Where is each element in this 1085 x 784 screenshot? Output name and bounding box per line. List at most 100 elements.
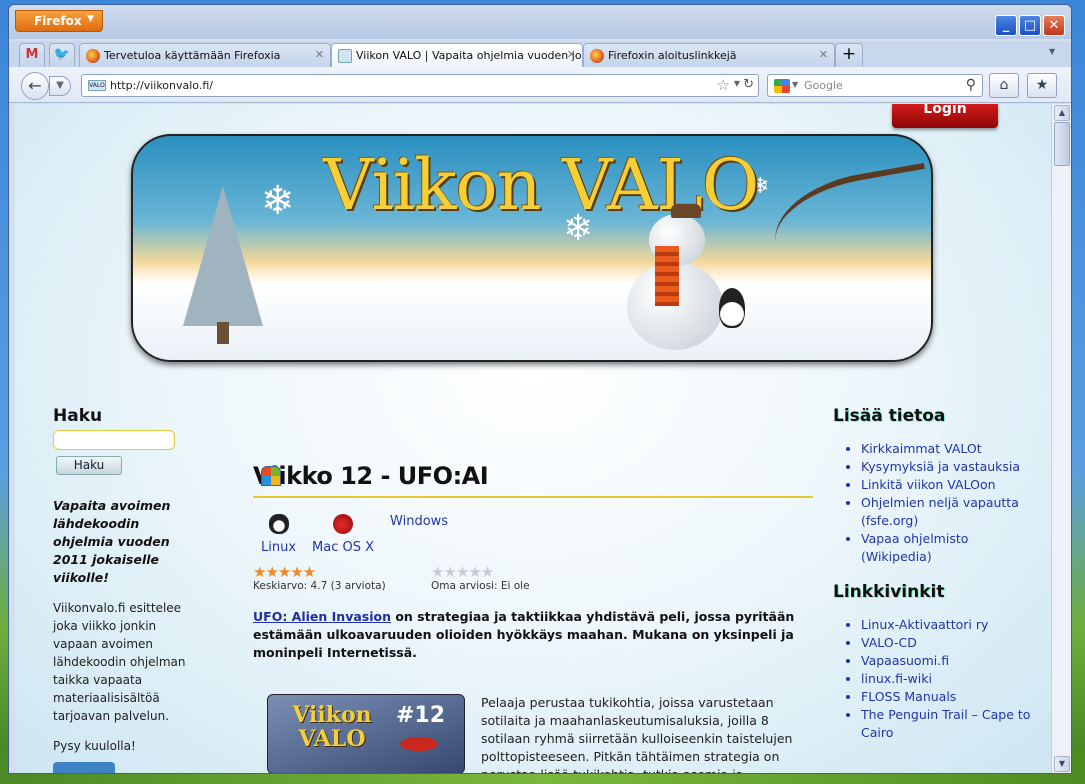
platform-linux[interactable]: Linux <box>261 514 296 555</box>
rating-stars-icon: ★★★★★ <box>253 563 316 581</box>
chevron-down-icon: ▼ <box>56 80 64 91</box>
main-article: Viikko 12 - UFO:AI Linux Mac OS X Window… <box>253 462 813 773</box>
reload-icon[interactable]: ↻ <box>743 77 754 92</box>
link-tips-heading: Linkkivinkit <box>833 582 945 602</box>
firefox-menu-button[interactable]: Firefox ▼ <box>15 10 103 32</box>
tab-list-icon[interactable]: ▼ <box>1049 47 1055 56</box>
site-search-button[interactable]: Haku <box>56 456 122 475</box>
tab-firefox-links[interactable]: Firefoxin aloituslinkkejä ✕ <box>583 43 835 67</box>
link-linux-fi-wiki[interactable]: linux.fi-wiki <box>861 670 1033 688</box>
platform-mac[interactable]: Mac OS X <box>312 514 374 555</box>
link-vapaasuomi[interactable]: Vapaasuomi.fi <box>861 652 1033 670</box>
bookmarks-star-icon: ★ <box>1035 77 1049 93</box>
article-body: Pelaaja perustaa tukikohtia, joissa varu… <box>481 695 793 773</box>
platform-list: Linux Mac OS X Windows <box>261 466 813 555</box>
site-tagline: Vapaita avoimen lähdekoodin ohjelmia vuo… <box>53 498 171 585</box>
right-sidebar: Lisää tietoa Kirkkaimmat VALOt Kysymyksi… <box>833 406 1033 742</box>
scroll-thumb[interactable] <box>1054 122 1070 166</box>
search-bar[interactable]: ▼ Google ⚲ <box>767 74 983 97</box>
average-rating-text: Keskiarvo: 4.7 (3 arviota) <box>253 580 386 592</box>
tab-firefox-welcome[interactable]: Tervetuloa käyttämään Firefoxia ✕ <box>79 43 331 67</box>
image-title: Viikon VALO <box>292 702 372 752</box>
maximize-button[interactable]: □ <box>1019 15 1041 36</box>
link-kirkkaimmat[interactable]: Kirkkaimmat VALOt <box>861 440 1033 458</box>
link-valo-cd[interactable]: VALO-CD <box>861 634 1033 652</box>
more-info-list: Kirkkaimmat VALOt Kysymyksiä ja vastauks… <box>861 440 1033 566</box>
firefox-menu-label: Firefox <box>34 14 82 28</box>
home-button[interactable]: ⌂ <box>989 73 1019 98</box>
chevron-down-icon: ▼ <box>87 14 94 24</box>
navigation-toolbar: ← ▼ VALO http://viikonvalo.fi/ ☆ ▼ ↻ ▼ G… <box>9 67 1071 103</box>
platform-label: Windows <box>390 514 449 529</box>
scroll-down-arrow-icon[interactable]: ▼ <box>1054 756 1070 772</box>
pine-tree-image <box>183 186 263 326</box>
chevron-down-icon: ▼ <box>792 80 799 89</box>
tab-gmail[interactable]: M <box>19 43 45 67</box>
left-sidebar: Haku Haku Vapaita avoimen lähdekoodin oh… <box>53 406 193 773</box>
page-content: Login ❄ ❄ ❄ Viikon VALO Haku Haku Vapait… <box>15 104 1051 773</box>
forward-dropdown-button[interactable]: ▼ <box>49 76 71 96</box>
search-icon[interactable]: ⚲ <box>966 77 976 93</box>
tab-close-icon[interactable]: ✕ <box>315 48 324 61</box>
article-image[interactable]: Viikon VALO #12 <box>267 694 465 773</box>
branch-image <box>766 162 931 280</box>
link-penguin-trail[interactable]: The Penguin Trail – Cape to Cairo <box>861 706 1033 742</box>
average-rating: ★★★★★ Keskiarvo: 4.7 (3 arviota) <box>253 563 431 593</box>
site-search-input[interactable] <box>53 430 175 450</box>
link-kysymyksia[interactable]: Kysymyksiä ja vastauksia <box>861 458 1033 476</box>
tab-label: Tervetuloa käyttämään Firefoxia <box>104 49 281 62</box>
google-icon[interactable] <box>774 79 790 93</box>
article-title[interactable]: Viikko 12 - UFO:AI <box>253 462 813 498</box>
vertical-scrollbar[interactable]: ▲ ▼ <box>1051 104 1071 773</box>
valo-favicon-icon <box>338 49 352 63</box>
site-banner[interactable]: ❄ ❄ ❄ Viikon VALO <box>131 134 933 362</box>
bookmarks-button[interactable]: ★ <box>1027 73 1057 98</box>
url-bar[interactable]: VALO http://viikonvalo.fi/ ☆ ▼ ↻ <box>81 74 759 97</box>
apple-icon <box>333 514 354 534</box>
site-description: Viikonvalo.fi esittelee joka viikko jonk… <box>53 601 186 723</box>
home-icon: ⌂ <box>999 77 1009 93</box>
url-history-dropdown-icon[interactable]: ▼ <box>734 79 740 88</box>
search-placeholder: Google <box>804 79 843 92</box>
tab-close-icon[interactable]: ✕ <box>819 48 828 61</box>
login-button[interactable]: Login <box>892 104 998 128</box>
minimize-button[interactable]: _ <box>995 15 1017 36</box>
tree-trunk-image <box>217 322 229 344</box>
link-linkita[interactable]: Linkitä viikon VALOon <box>861 476 1033 494</box>
back-button[interactable]: ← <box>21 72 49 100</box>
tab-label: Viikon VALO | Vapaita ohjelmia vuoden jo… <box>356 49 583 62</box>
link-floss-manuals[interactable]: FLOSS Manuals <box>861 688 1033 706</box>
url-text: http://viikonvalo.fi/ <box>110 79 213 92</box>
link-tips-list: Linux-Aktivaattori ry VALO-CD Vapaasuomi… <box>861 616 1033 742</box>
tab-twitter[interactable]: 🐦 <box>49 43 75 67</box>
windows-icon <box>261 466 281 486</box>
new-tab-button[interactable]: + <box>835 43 863 67</box>
bookmark-star-icon[interactable]: ☆ <box>717 76 730 94</box>
partial-widget <box>53 762 115 773</box>
ufo-icon <box>400 737 438 751</box>
link-linux-aktivaattori[interactable]: Linux-Aktivaattori ry <box>861 616 1033 634</box>
snowman-scarf-image <box>655 246 679 306</box>
snowman-hat-image <box>671 204 701 218</box>
own-rating-stars-icon[interactable]: ★★★★★ <box>431 565 609 580</box>
site-identity-icon[interactable]: VALO <box>88 80 106 91</box>
back-arrow-icon: ← <box>28 76 42 95</box>
tab-viikonvalo[interactable]: Viikon VALO | Vapaita ohjelmia vuoden jo… <box>331 43 583 68</box>
search-heading: Haku <box>53 406 103 426</box>
tab-strip: M 🐦 Tervetuloa käyttämään Firefoxia ✕ Vi… <box>9 41 1071 68</box>
scroll-up-arrow-icon[interactable]: ▲ <box>1054 105 1070 121</box>
own-rating-text: Oma arviosi: Ei ole <box>431 580 530 592</box>
platform-windows[interactable]: Windows <box>261 466 449 555</box>
tab-label: Firefoxin aloituslinkkejä <box>608 49 737 62</box>
ufo-alien-invasion-link[interactable]: UFO: Alien Invasion <box>253 609 391 624</box>
image-number: #12 <box>396 703 446 728</box>
link-nelja-vapautta[interactable]: Ohjelmien neljä vapautta (fsfe.org) <box>861 494 1033 530</box>
close-button[interactable]: ✕ <box>1043 15 1065 36</box>
browser-window: Firefox ▼ _ □ ✕ M 🐦 Tervetuloa käyttämää… <box>8 4 1072 774</box>
link-vapaa-ohjelmisto[interactable]: Vapaa ohjelmisto (Wikipedia) <box>861 530 1033 566</box>
ratings-row: ★★★★★ Keskiarvo: 4.7 (3 arviota) ★★★★★ O… <box>253 563 813 593</box>
login-label: Login <box>923 104 967 117</box>
title-bar: Firefox ▼ _ □ ✕ <box>9 5 1071 39</box>
tab-close-icon[interactable]: ✕ <box>567 48 576 61</box>
tux-icon <box>268 514 289 534</box>
